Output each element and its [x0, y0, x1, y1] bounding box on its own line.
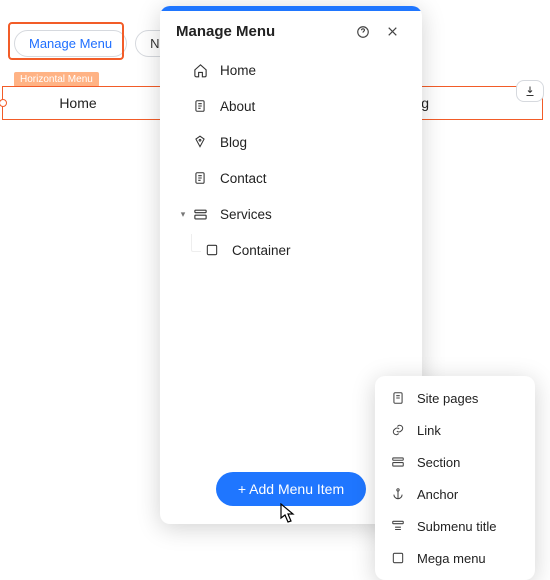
- menu-row-label: Services: [220, 207, 272, 222]
- close-button[interactable]: [386, 25, 406, 38]
- menu-row-label: Blog: [220, 135, 247, 150]
- square-icon: [389, 551, 407, 565]
- popup-option-mega-menu[interactable]: Mega menu: [375, 542, 535, 574]
- popup-option-submenu[interactable]: Submenu title: [375, 510, 535, 542]
- section-icon: [389, 455, 407, 469]
- popup-option-label: Section: [417, 455, 460, 470]
- close-icon: [386, 25, 399, 38]
- popup-option-label: Mega menu: [417, 551, 486, 566]
- menu-row-label: Home: [220, 63, 256, 78]
- download-button[interactable]: [516, 80, 544, 102]
- panel-header: Manage Menu: [160, 11, 422, 50]
- help-button[interactable]: [356, 25, 376, 39]
- manage-menu-pill[interactable]: Manage Menu: [14, 30, 127, 57]
- menu-row-blog[interactable]: Blog: [170, 124, 412, 160]
- popup-option-site-pages[interactable]: Site pages: [375, 382, 535, 414]
- page-icon: [190, 171, 210, 185]
- section-icon: [190, 207, 210, 222]
- anchor-icon: [389, 487, 407, 501]
- page-icon: [190, 99, 210, 113]
- menu-row-about[interactable]: About: [170, 88, 412, 124]
- square-icon: [202, 243, 222, 257]
- add-menu-item-button[interactable]: + Add Menu Item: [216, 472, 366, 506]
- submenu-icon: [389, 519, 407, 533]
- menu-row-container[interactable]: Container: [194, 232, 412, 268]
- home-icon: [190, 63, 210, 78]
- editor-toolbar: Manage Menu Na: [14, 30, 182, 57]
- popup-option-anchor[interactable]: Anchor: [375, 478, 535, 510]
- panel-title: Manage Menu: [176, 23, 346, 40]
- page-icon: [389, 391, 407, 405]
- menu-item-home[interactable]: Home: [3, 95, 153, 111]
- popup-option-section[interactable]: Section: [375, 446, 535, 478]
- add-item-popup: Site pages Link Section Anchor Submenu t…: [375, 376, 535, 580]
- menu-row-label: Contact: [220, 171, 267, 186]
- pen-icon: [190, 135, 210, 149]
- tree-guide: [191, 234, 201, 252]
- menu-row-home[interactable]: Home: [170, 52, 412, 88]
- popup-option-link[interactable]: Link: [375, 414, 535, 446]
- menu-row-contact[interactable]: Contact: [170, 160, 412, 196]
- popup-option-label: Link: [417, 423, 441, 438]
- element-tag: Horizontal Menu: [14, 72, 99, 87]
- menu-row-label: Container: [232, 243, 291, 258]
- popup-option-label: Site pages: [417, 391, 478, 406]
- help-icon: [356, 25, 370, 39]
- menu-row-services[interactable]: ▾ Services: [170, 196, 412, 232]
- popup-option-label: Submenu title: [417, 519, 497, 534]
- download-icon: [524, 85, 536, 97]
- menu-row-label: About: [220, 99, 255, 114]
- link-icon: [389, 423, 407, 437]
- popup-option-label: Anchor: [417, 487, 458, 502]
- caret-down-icon[interactable]: ▾: [178, 209, 188, 220]
